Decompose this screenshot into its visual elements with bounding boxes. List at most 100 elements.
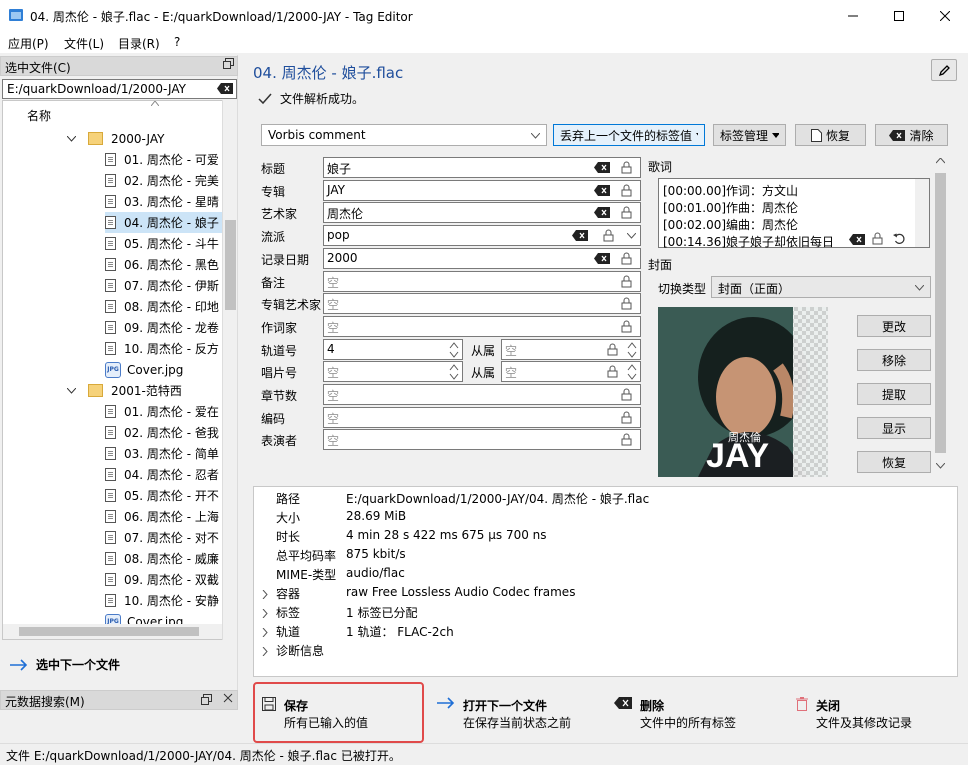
edit-button[interactable] [931,59,957,81]
change-cover-button[interactable]: 更改 [857,315,931,337]
tree-item-label: 03. 周杰伦 - 简单 [124,447,219,461]
menu-file[interactable]: 文件(L) [64,35,104,52]
tag-format-select[interactable]: Vorbis comment [261,124,547,146]
tree-file[interactable]: 01. 周杰伦 - 爱在 [105,401,223,422]
tag-field-input[interactable]: 2000 [323,247,641,269]
tree-item-label: 04. 周杰伦 - 娘子 [124,216,219,230]
tree-vertical-scrollbar[interactable] [222,100,237,640]
tree-file[interactable]: 01. 周杰伦 - 可爱 [105,149,223,170]
tree-file[interactable]: 07. 周杰伦 - 对不 [105,527,223,548]
tag-field-input[interactable]: pop [323,225,641,247]
minimize-button[interactable] [830,0,876,31]
tag-field-input[interactable]: 4 [323,338,463,360]
tree-file[interactable]: 06. 周杰伦 - 上海 [105,506,223,527]
tree-item-label: 2000-JAY [111,131,165,146]
tag-field-input[interactable]: 空 [323,429,641,451]
float-panel-icon[interactable] [223,58,234,69]
extract-cover-button[interactable]: 提取 [857,383,931,405]
chevron-down-icon [67,387,76,394]
tree-file[interactable]: 08. 周杰伦 - 印地 [105,296,223,317]
detail-key[interactable]: 诊断信息 [276,642,324,659]
open-next-action[interactable]: 打开下一个文件 在保存当前状态之前 [437,697,571,731]
menu-help[interactable]: ? [174,35,180,49]
discard-previous-button[interactable]: 丢弃上一个文件的标签值 [553,124,705,146]
tree-file[interactable]: 03. 周杰伦 - 星晴 [105,191,223,212]
document-icon [810,128,822,142]
float-panel-icon[interactable] [201,694,212,705]
restore-cover-button[interactable]: 恢复 [857,451,931,473]
tree-file[interactable]: 04. 周杰伦 - 忍者 [105,464,223,485]
tree-file[interactable]: 06. 周杰伦 - 黑色 [105,254,223,275]
lyrics-box[interactable]: [00:00.00]作词：方文山 [00:01.00]作曲：周杰伦 [00:02.0… [658,178,930,249]
tag-field-input[interactable]: 空 [323,293,641,315]
close-button[interactable] [922,0,968,31]
field-label: 专辑 [261,184,286,199]
chevron-down-icon [531,133,540,139]
tree-file[interactable]: 03. 周杰伦 - 简单 [105,443,223,464]
tag-field-input[interactable]: 空 [323,406,641,428]
tree-file[interactable]: 07. 周杰伦 - 伊斯 [105,275,223,296]
tree-file[interactable]: 02. 周杰伦 - 完美 [105,170,223,191]
detail-key[interactable]: 轨道 [276,623,300,640]
cover-type-select[interactable]: 封面（正面） [711,276,931,298]
h-scroll-thumb[interactable] [19,627,199,636]
app-icon [9,8,23,22]
tag-field-input[interactable]: 娘子 [323,157,641,178]
file-details-panel: 路径 E:/quarkDownload/1/2000-JAY/04. 周杰伦 - … [253,486,958,677]
clear-field-icon [594,207,610,219]
chevron-down-icon [67,135,76,142]
remove-cover-button[interactable]: 移除 [857,349,931,371]
tag-management-button[interactable]: 标签管理 [713,124,786,146]
menu-directory[interactable]: 目录(R) [118,35,160,52]
chevron-down-icon [627,233,636,239]
tree-file[interactable]: 05. 周杰伦 - 开不 [105,485,223,506]
save-action[interactable]: 保存 所有已输入的值 [262,697,368,731]
select-next-file-button[interactable]: 选中下一个文件 [10,656,120,673]
tree-folder[interactable]: 2001-范特西 [67,380,223,401]
total-field-input[interactable]: 空 [501,361,641,383]
tree-file[interactable]: 08. 周杰伦 - 威廉 [105,548,223,569]
tree-folder[interactable]: 2000-JAY [67,128,223,149]
tree-file[interactable]: 09. 周杰伦 - 龙卷 [105,317,223,338]
detail-key[interactable]: 标签 [276,604,300,621]
menu-app[interactable]: 应用(P) [8,35,49,52]
tree-file[interactable]: JPG Cover.jpg [105,359,223,380]
audio-file-icon [105,321,116,334]
tree-scroll-thumb[interactable] [225,220,236,310]
clear-field-icon [572,230,588,242]
clear-button[interactable]: 清除 [875,124,948,146]
tree-file[interactable]: 04. 周杰伦 - 娘子 [105,212,223,233]
tree-file[interactable]: 02. 周杰伦 - 爸我 [105,422,223,443]
audio-file-icon [105,300,116,313]
file-tree[interactable]: 名称 2000-JAY 01. 周杰伦 - 可爱 02. 周杰伦 - 完美 03. 周… [2,100,237,640]
detail-key[interactable]: 容器 [276,585,300,602]
editor-vertical-scrollbar[interactable] [933,155,948,475]
cover-art-image: 周杰倫 JAY [658,307,828,477]
field-value: 周杰伦 [327,207,364,222]
tree-file[interactable]: 10. 周杰伦 - 反方 [105,338,223,359]
total-field-input[interactable]: 空 [501,338,641,360]
tree-horizontal-scrollbar[interactable] [3,624,222,639]
tree-file[interactable]: 09. 周杰伦 - 双截 [105,569,223,590]
maximize-button[interactable] [876,0,922,31]
clear-path-icon[interactable] [217,83,233,94]
tree-file[interactable]: 05. 周杰伦 - 斗牛 [105,233,223,254]
restore-button[interactable]: 恢复 [795,124,866,146]
close-file-action[interactable]: 关闭 文件及其修改记录 [796,697,912,731]
tag-field-input[interactable]: 空 [323,315,641,337]
close-panel-icon[interactable] [223,693,233,703]
tag-field-input[interactable]: 空 [323,384,641,405]
lock-icon [621,320,632,333]
editor-scroll-thumb[interactable] [935,173,946,453]
delete-tags-action[interactable]: 删除 文件中的所有标签 [614,697,736,731]
tag-field-input[interactable]: 空 [323,361,463,383]
tag-field-input[interactable]: 空 [323,270,641,292]
tag-field-input[interactable]: 周杰伦 [323,202,641,224]
audio-file-icon [105,195,116,208]
column-name-header[interactable]: 名称 [27,107,51,124]
show-cover-button[interactable]: 显示 [857,417,931,439]
directory-path-input[interactable]: E:/quarkDownload/1/2000-JAY [2,79,237,99]
lyrics-scrollbar[interactable] [915,179,929,247]
tag-field-input[interactable]: JAY [323,179,641,201]
tree-file[interactable]: 10. 周杰伦 - 安静 [105,590,223,611]
